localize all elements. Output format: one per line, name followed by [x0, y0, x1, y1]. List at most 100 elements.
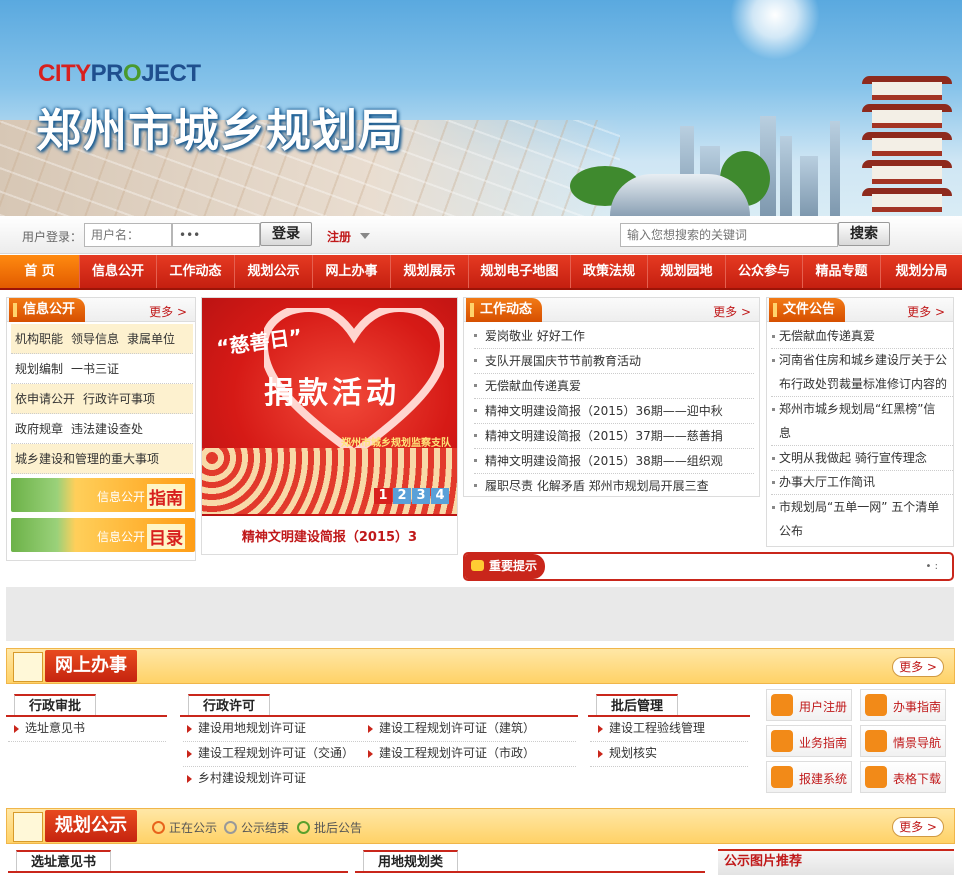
slide-page-3[interactable]: 3 — [412, 488, 430, 504]
list-item[interactable]: 郑州市城乡规划局“红黑榜”信息 — [771, 397, 953, 446]
report-system-button[interactable]: 报建系统 — [766, 761, 852, 793]
link-municipal-permit[interactable]: 建设工程规划许可证（市政） — [368, 741, 535, 766]
notice-dots[interactable]: • : — [926, 561, 938, 572]
link-line-check[interactable]: 建设工程验线管理 — [598, 716, 705, 741]
password-input[interactable] — [172, 223, 260, 247]
link-org-functions[interactable]: 机构职能 — [15, 332, 63, 346]
sun-glow — [730, 0, 820, 60]
username-input[interactable] — [84, 223, 172, 247]
link-one-book-three-certs[interactable]: 一书三证 — [71, 362, 119, 376]
link-affiliates[interactable]: 隶属单位 — [127, 332, 175, 346]
tab-admin-license[interactable]: 行政许可 — [188, 694, 271, 716]
section-title: 规划公示 — [45, 810, 137, 842]
nav-home[interactable]: 首 页 — [0, 255, 80, 288]
checkmark-icon — [13, 812, 43, 842]
link-admin-license[interactable]: 行政许可事项 — [83, 392, 155, 406]
slide-page-4[interactable]: 4 — [431, 488, 449, 504]
search-input[interactable] — [620, 223, 838, 247]
service-guide-button[interactable]: 办事指南 — [860, 689, 946, 721]
link-major-matters[interactable]: 城乡建设和管理的重大事项 — [15, 452, 159, 466]
nav-info-public[interactable]: 信息公开 — [80, 255, 157, 288]
list-item[interactable]: 精神文明建设简报（2015）38期——组织观 — [474, 449, 754, 474]
list-item[interactable]: 支队开展国庆节节前教育活动 — [474, 349, 754, 374]
link-rural-permit[interactable]: 乡村建设规划许可证 — [187, 766, 306, 791]
online-service-header: 网上办事 更多 > — [6, 648, 955, 684]
chevron-down-icon[interactable] — [360, 233, 370, 239]
more-link[interactable]: 更多 > — [149, 303, 187, 320]
cityproject-logo[interactable]: CITYPROJECT — [38, 60, 201, 88]
list-item[interactable]: 精神文明建设简报（2015）36期——迎中秋 — [474, 399, 754, 424]
nav-online-service[interactable]: 网上办事 — [313, 255, 391, 288]
nav-branch-offices[interactable]: 规划分局 — [881, 255, 962, 288]
nav-work-news[interactable]: 工作动态 — [157, 255, 235, 288]
info-catalog-button[interactable]: 信息公开 目录 — [11, 518, 195, 552]
link-traffic-permit[interactable]: 建设工程规划许可证（交通） — [187, 741, 354, 766]
search-button[interactable]: 搜索 — [838, 222, 890, 246]
flag-icon — [771, 730, 793, 752]
link-apply-public[interactable]: 依申请公开 — [15, 392, 75, 406]
scene-navigation-button[interactable]: 情景导航 — [860, 725, 946, 757]
list-item: 机构职能 领导信息 隶属单位 — [11, 324, 193, 354]
info-guide-button[interactable]: 信息公开 指南 — [11, 478, 195, 512]
link-planning-verify[interactable]: 规划核实 — [598, 741, 657, 766]
link-leaders[interactable]: 领导信息 — [71, 332, 119, 346]
list-item[interactable]: 市规划局“五单一网” 五个清单 公布 — [771, 495, 953, 543]
login-label: 用户登录： — [22, 230, 83, 244]
nav-special-topics[interactable]: 精品专题 — [803, 255, 881, 288]
slide-caption[interactable]: 精神文明建设简报（2015）3 — [202, 526, 457, 545]
tab-post-approval[interactable]: 批后管理 — [596, 694, 679, 716]
more-button[interactable]: 更多 > — [892, 657, 944, 677]
more-link[interactable]: 更多 > — [907, 303, 945, 320]
legend-in-progress[interactable]: 正在公示 — [152, 819, 217, 836]
stadium-dome — [610, 174, 750, 216]
more-link[interactable]: 更多 > — [713, 303, 751, 320]
megaphone-icon — [865, 694, 887, 716]
link-planning-compile[interactable]: 规划编制 — [15, 362, 63, 376]
list-item[interactable]: 爱岗敬业 好好工作 — [474, 324, 754, 349]
business-guide-button[interactable]: 业务指南 — [766, 725, 852, 757]
tab-land-use[interactable]: 用地规划类 — [363, 850, 459, 872]
nav-e-map[interactable]: 规划电子地图 — [469, 255, 571, 288]
hearts-pattern — [202, 448, 457, 514]
login-button[interactable]: 登录 — [260, 222, 312, 246]
page-root: CITYPROJECT 郑州市城乡规划局 用户登录： 登录 注册 搜索 首 页 … — [0, 0, 962, 875]
nav-planning-show[interactable]: 规划展示 — [391, 255, 469, 288]
slide-image[interactable]: “慈善日” 捐款活动 郑州市城乡规划监察支队 1234 — [202, 298, 457, 516]
panel-title: 工作动态 — [466, 298, 543, 322]
erqi-tower-graphic — [862, 70, 952, 216]
clipboard-icon — [13, 652, 43, 682]
slide-page-1[interactable]: 1 — [374, 488, 392, 504]
picture-recommend-header[interactable]: 公示图片推荐 — [718, 849, 954, 875]
slide-page-2[interactable]: 2 — [393, 488, 411, 504]
nav-policy[interactable]: 政策法规 — [571, 255, 648, 288]
tab-underline — [355, 871, 705, 873]
ad-banner-placeholder — [6, 587, 954, 641]
tab-admin-approval[interactable]: 行政审批 — [14, 694, 97, 716]
legend-ended[interactable]: 公示结束 — [224, 819, 289, 836]
list-item[interactable]: 无偿献血传递真爱 — [474, 374, 754, 399]
news-slideshow: “慈善日” 捐款活动 郑州市城乡规划监察支队 1234 精神文明建设简报（201… — [201, 297, 458, 555]
nav-public-participation[interactable]: 公众参与 — [726, 255, 803, 288]
link-site-selection[interactable]: 选址意见书 — [14, 716, 85, 741]
list-item: 城乡建设和管理的重大事项 — [11, 444, 193, 474]
more-button[interactable]: 更多 > — [892, 817, 944, 837]
user-register-button[interactable]: 用户注册 — [766, 689, 852, 721]
link-building-permit[interactable]: 建设工程规划许可证（建筑） — [368, 716, 535, 741]
list-item[interactable]: 履职尽责 化解矛盾 郑州市规划局开展三查 — [474, 474, 754, 499]
register-link[interactable]: 注册 — [327, 228, 351, 245]
link-land-use-permit[interactable]: 建设用地规划许可证 — [187, 716, 306, 741]
download-icon — [865, 766, 887, 788]
list-item[interactable]: 无偿献血传递真爱 — [771, 324, 953, 349]
list-item[interactable]: 河南省住房和城乡建设厅关于公 布行政处罚裁量标准修订内容的 — [771, 348, 953, 397]
nav-planning-publicity[interactable]: 规划公示 — [235, 255, 313, 288]
link-illegal-construction[interactable]: 违法建设查处 — [71, 422, 143, 436]
list-item[interactable]: 精神文明建设简报（2015）37期——慈善捐 — [474, 424, 754, 449]
list-item[interactable]: 文明从我做起 骑行宣传理念 — [771, 446, 953, 471]
link-gov-rules[interactable]: 政府规章 — [15, 422, 63, 436]
legend-post-notice[interactable]: 批后公告 — [297, 819, 362, 836]
nav-planning-garden[interactable]: 规划园地 — [648, 255, 726, 288]
form-download-button[interactable]: 表格下载 — [860, 761, 946, 793]
list-item: 依申请公开 行政许可事项 — [11, 384, 193, 414]
tab-site-selection[interactable]: 选址意见书 — [16, 850, 112, 872]
list-item[interactable]: 办事大厅工作简讯 — [771, 470, 953, 495]
